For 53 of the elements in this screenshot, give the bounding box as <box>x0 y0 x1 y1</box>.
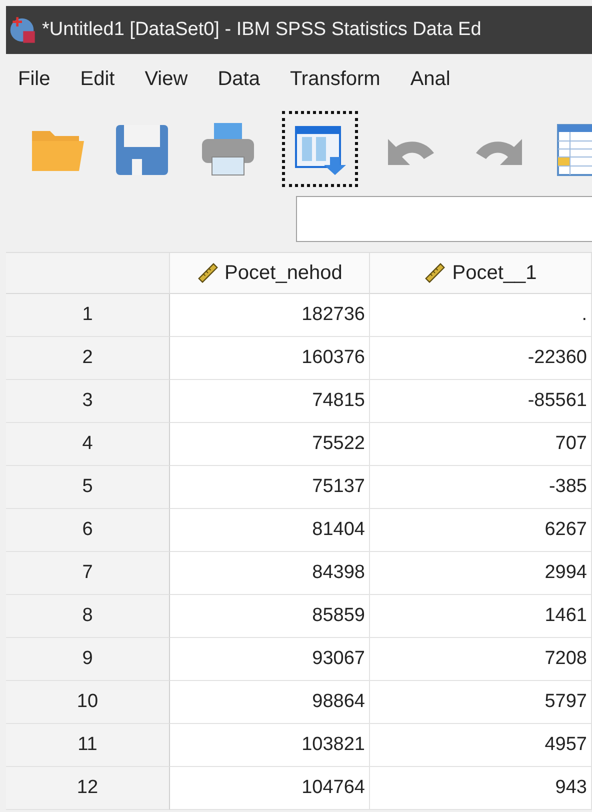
table-cell[interactable]: 84398 <box>170 552 370 595</box>
column-title: Pocet__1 <box>452 262 537 284</box>
table-cell[interactable]: 103821 <box>170 724 370 767</box>
table-cell[interactable]: 1461 <box>370 595 592 638</box>
menu-item[interactable]: Data <box>218 68 260 90</box>
table-cell[interactable]: 75522 <box>170 423 370 466</box>
menu-item[interactable]: Edit <box>80 68 115 90</box>
table-cell[interactable]: 74815 <box>170 380 370 423</box>
row-number[interactable]: 8 <box>6 595 170 638</box>
column-title: Pocet_nehod <box>224 262 342 284</box>
row-number[interactable]: 1 <box>6 294 170 337</box>
column-header[interactable]: Pocet_nehod <box>170 253 370 294</box>
table-cell[interactable]: 2994 <box>370 552 592 595</box>
table-cell[interactable]: 4957 <box>370 724 592 767</box>
row-number[interactable]: 10 <box>6 681 170 724</box>
recall-button[interactable] <box>282 111 358 187</box>
table-cell[interactable]: 182736 <box>170 294 370 337</box>
table-cell[interactable]: 75137 <box>170 466 370 509</box>
table-cell[interactable]: -85561 <box>370 380 592 423</box>
table-cell[interactable]: 5797 <box>370 681 592 724</box>
table-cell[interactable]: 81404 <box>170 509 370 552</box>
printer-icon <box>200 121 256 177</box>
table-cell[interactable]: 93067 <box>170 638 370 681</box>
menu-item[interactable]: View <box>144 68 188 90</box>
table-cell[interactable]: -385 <box>370 466 592 509</box>
table-cell[interactable]: 85859 <box>170 595 370 638</box>
table-cell[interactable]: 707 <box>370 423 592 466</box>
row-number[interactable]: 3 <box>6 380 170 423</box>
ruler-icon <box>424 262 446 284</box>
row-number[interactable]: 11 <box>6 724 170 767</box>
row-number[interactable]: 6 <box>6 509 170 552</box>
app-icon <box>8 16 36 44</box>
row-number[interactable]: 9 <box>6 638 170 681</box>
table-cell[interactable]: 104764 <box>170 767 370 810</box>
table-cell[interactable]: 98864 <box>170 681 370 724</box>
menu-item[interactable]: Transform <box>290 68 380 90</box>
row-number[interactable]: 7 <box>6 552 170 595</box>
cell-editor-field[interactable] <box>296 196 592 242</box>
row-number[interactable]: 2 <box>6 337 170 380</box>
table-cell[interactable]: 943 <box>370 767 592 810</box>
menu-item[interactable]: Anal <box>410 68 450 90</box>
table-cell[interactable]: 160376 <box>170 337 370 380</box>
table-cell[interactable]: 6267 <box>370 509 592 552</box>
row-number[interactable]: 12 <box>6 767 170 810</box>
column-header[interactable]: Pocet__1 <box>370 253 592 294</box>
table-cell[interactable]: . <box>370 294 592 337</box>
row-number[interactable]: 5 <box>6 466 170 509</box>
ruler-icon <box>196 262 219 284</box>
table-cell[interactable]: 7208 <box>370 638 592 681</box>
window-title: *Untitled1 [DataSet0] - IBM SPSS Statistics Data Ed <box>42 19 482 41</box>
row-number[interactable]: 4 <box>6 423 170 466</box>
menu-item[interactable]: File <box>18 68 50 90</box>
table-cell[interactable]: -22360 <box>370 337 592 380</box>
